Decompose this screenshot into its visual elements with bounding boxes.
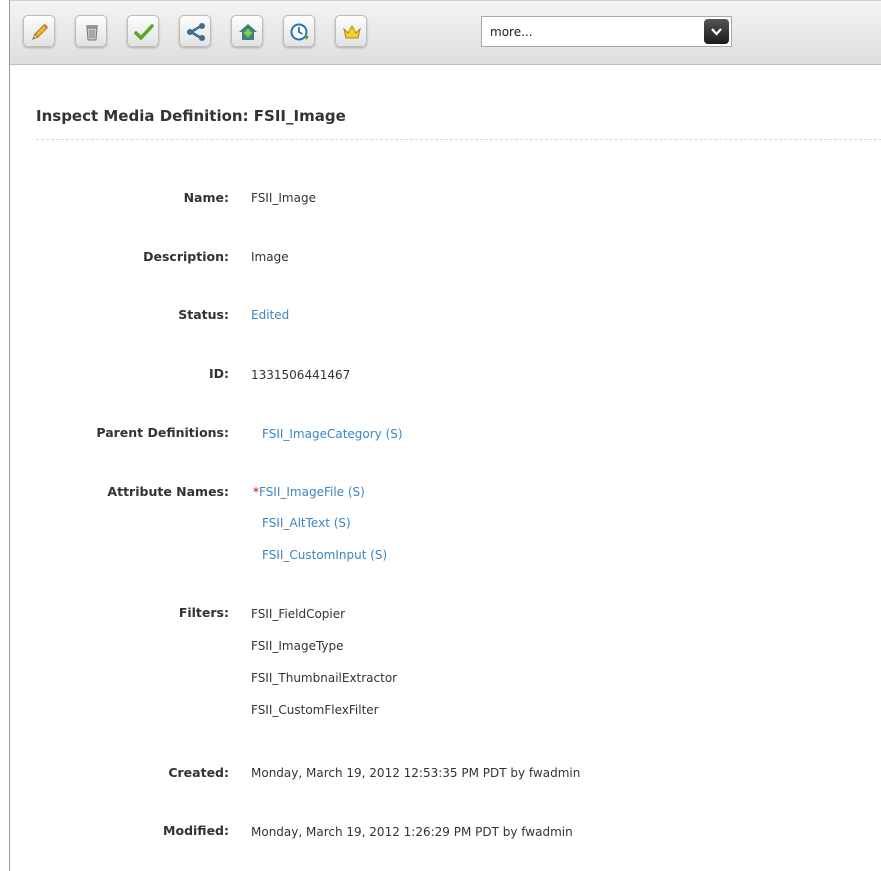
inspect-panel: more... Inspect Media Definition: FSII_I…	[9, 0, 881, 871]
toolbar: more...	[10, 0, 881, 65]
attribute-link-custominput[interactable]: FSII_CustomInput (S)	[262, 548, 387, 562]
attribute-names-label: Attribute Names:	[107, 484, 229, 499]
checkmark-icon	[134, 24, 154, 40]
pencil-icon	[32, 24, 48, 40]
status-label: Status:	[178, 307, 229, 322]
parent-definitions-label: Parent Definitions:	[96, 425, 229, 440]
filter-item: FSII_ImageType	[251, 639, 344, 653]
attribute-link-imagefile[interactable]: FSII_ImageFile (S)	[259, 485, 365, 499]
tracker-button[interactable]	[335, 15, 367, 47]
more-actions-select[interactable]: more...	[481, 16, 732, 47]
delete-button[interactable]	[75, 15, 107, 47]
chevron-down-icon[interactable]	[704, 19, 729, 44]
filter-item: FSII_ThumbnailExtractor	[251, 671, 398, 685]
attribute-link-alttext[interactable]: FSII_AltText (S)	[262, 516, 351, 530]
edit-button[interactable]	[23, 15, 55, 47]
filters-label: Filters:	[178, 605, 229, 620]
history-button[interactable]	[283, 15, 315, 47]
bookmark-button[interactable]	[231, 15, 263, 47]
description-value: Image	[251, 250, 289, 264]
created-label: Created:	[168, 765, 229, 780]
name-value: FSII_Image	[251, 191, 316, 205]
modified-label: Modified:	[163, 823, 229, 838]
status-value: Edited	[251, 308, 290, 322]
more-select-value: more...	[490, 25, 533, 39]
share-button[interactable]	[179, 15, 211, 47]
trash-icon	[86, 25, 98, 41]
filter-item: FSII_FieldCopier	[251, 607, 346, 621]
filter-item: FSII_CustomFlexFilter	[251, 703, 379, 717]
clock-icon	[290, 23, 309, 41]
modified-value: Monday, March 19, 2012 1:26:29 PM PDT by…	[251, 825, 573, 839]
page-title: Inspect Media Definition: FSII_Image	[36, 107, 346, 125]
id-label: ID:	[208, 366, 229, 381]
name-label: Name:	[183, 190, 229, 205]
crown-icon	[343, 24, 361, 39]
share-icon	[187, 23, 205, 41]
approve-button[interactable]	[127, 15, 159, 47]
description-label: Description:	[143, 249, 229, 264]
created-value: Monday, March 19, 2012 12:53:35 PM PDT b…	[251, 766, 581, 780]
title-divider	[36, 139, 881, 140]
parent-definition-link[interactable]: FSII_ImageCategory (S)	[262, 427, 403, 441]
id-value: 1331506441467	[251, 368, 351, 382]
attribute-row: *FSII_ImageFile (S)	[253, 485, 365, 499]
add-bookmark-icon	[239, 24, 257, 40]
